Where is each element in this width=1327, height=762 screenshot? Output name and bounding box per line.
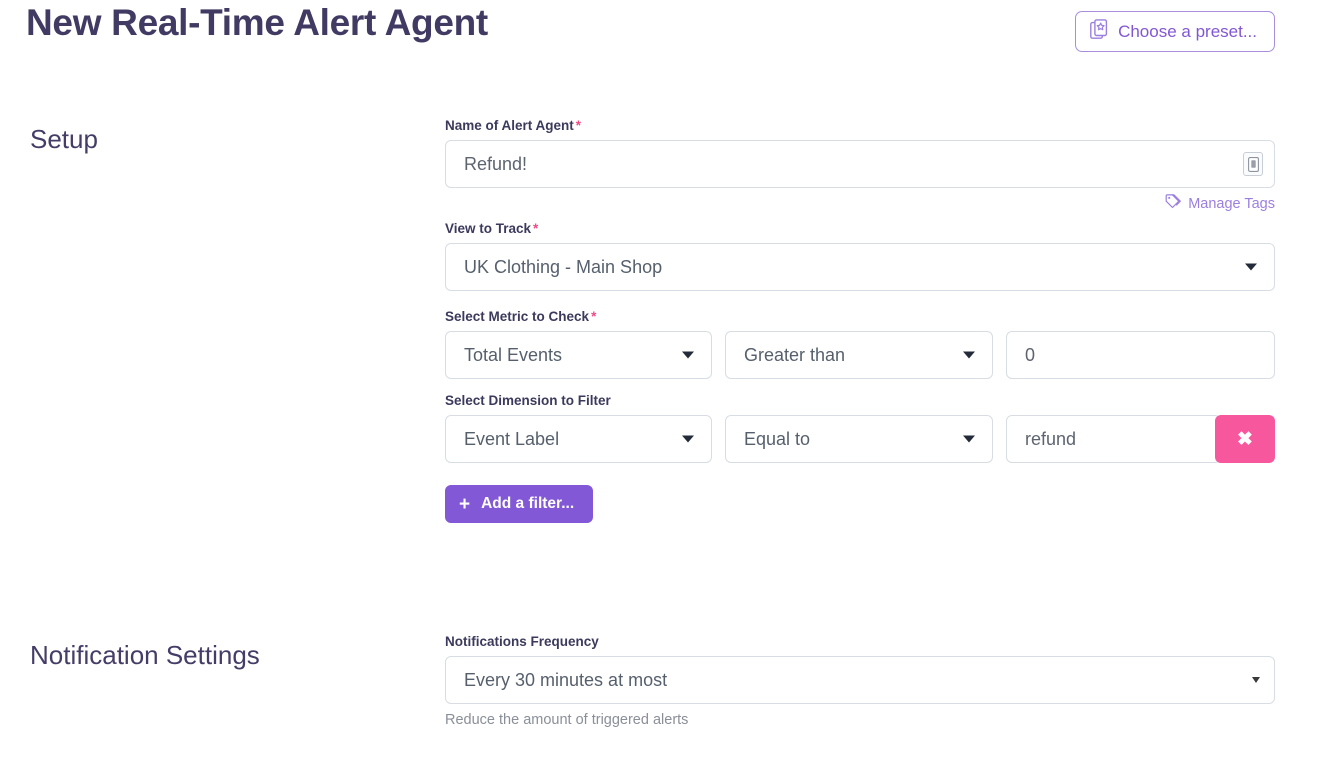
choose-preset-button[interactable]: Choose a preset...: [1075, 11, 1275, 52]
notifications-frequency-select[interactable]: Every 30 minutes at most: [445, 656, 1275, 704]
notifications-frequency-value: Every 30 minutes at most: [464, 669, 668, 690]
notifications-frequency-label-text: Notifications Frequency: [445, 634, 599, 649]
remove-filter-button[interactable]: ✖: [1215, 415, 1275, 463]
manage-tags-link[interactable]: Manage Tags: [445, 194, 1275, 213]
metric-select-value: Total Events: [464, 344, 563, 365]
required-marker: *: [591, 309, 597, 324]
add-filter-label: Add a filter...: [481, 495, 575, 512]
tag-badge-icon-button[interactable]: [1243, 152, 1263, 176]
dimension-comparator-select[interactable]: Equal to: [725, 415, 993, 463]
required-marker: *: [533, 221, 539, 236]
dimension-value-input[interactable]: [1006, 415, 1221, 463]
select-metric-label: Select Metric to Check *: [445, 309, 1275, 324]
dimension-select-value: Event Label: [464, 428, 560, 449]
select-dimension-field: Select Dimension to Filter Event Label E…: [445, 393, 1275, 463]
metric-select-cell: Total Events: [445, 331, 712, 379]
setup-section-title: Setup: [30, 124, 98, 154]
metric-comparator-cell: Greater than: [725, 331, 993, 379]
choose-preset-label: Choose a preset...: [1118, 21, 1257, 41]
notification-fields: Notifications Frequency Every 30 minutes…: [445, 634, 1275, 728]
manage-tags-label: Manage Tags: [1188, 195, 1275, 212]
view-to-track-select[interactable]: UK Clothing - Main Shop: [445, 243, 1275, 291]
metric-comparator-value: Greater than: [744, 344, 846, 365]
dimension-row: Event Label Equal to ✖: [445, 415, 1275, 463]
name-of-alert-agent-field: Name of Alert Agent * Refund! Manage Tag…: [445, 118, 1275, 213]
view-to-track-field: View to Track * UK Clothing - Main Shop: [445, 221, 1275, 291]
dimension-select[interactable]: Event Label: [445, 415, 712, 463]
name-of-alert-agent-input[interactable]: [445, 140, 1275, 188]
metric-threshold-cell: [1006, 331, 1275, 379]
chevron-down-icon: [682, 435, 694, 443]
select-dimension-label-text: Select Dimension to Filter: [445, 393, 611, 408]
notifications-frequency-label: Notifications Frequency: [445, 634, 1275, 649]
metric-threshold-input[interactable]: [1006, 331, 1275, 379]
name-of-alert-agent-label-text: Name of Alert Agent: [445, 118, 574, 133]
chevron-down-icon: [963, 435, 975, 443]
chevron-down-icon: [963, 351, 975, 359]
metric-comparator-select[interactable]: Greater than: [725, 331, 993, 379]
plus-icon: +: [459, 493, 471, 515]
page-header: New Real-Time Alert Agent Choose a prese…: [0, 0, 1327, 66]
view-to-track-value: UK Clothing - Main Shop: [464, 256, 663, 277]
page-title: New Real-Time Alert Agent: [26, 2, 488, 43]
dimension-comparator-cell: Equal to: [725, 415, 993, 463]
metric-row: Total Events Greater than: [445, 331, 1275, 379]
metric-select[interactable]: Total Events: [445, 331, 712, 379]
close-x-icon: ✖: [1237, 428, 1253, 450]
name-input-wrap: [445, 140, 1275, 188]
dimension-select-cell: Event Label: [445, 415, 712, 463]
name-of-alert-agent-label: Name of Alert Agent *: [445, 118, 1275, 133]
tags-icon: [1165, 194, 1182, 213]
add-filter-button[interactable]: + Add a filter...: [445, 485, 594, 523]
dimension-value-cell: ✖: [1006, 415, 1275, 463]
select-metric-label-text: Select Metric to Check: [445, 309, 590, 324]
chevron-down-icon: [1252, 677, 1260, 683]
chevron-down-icon: [1245, 263, 1257, 271]
preset-pages-star-icon: [1090, 18, 1109, 45]
required-marker: *: [575, 118, 582, 133]
notifications-frequency-field: Notifications Frequency Every 30 minutes…: [445, 634, 1275, 728]
chevron-down-icon: [682, 351, 694, 359]
setup-fields: Name of Alert Agent * Refund! Manage Tag…: [445, 118, 1275, 523]
notification-settings-title: Notification Settings: [30, 640, 260, 670]
view-to-track-label-text: View to Track: [445, 221, 532, 236]
dimension-comparator-value: Equal to: [744, 428, 811, 449]
view-to-track-label: View to Track *: [445, 221, 1275, 236]
select-dimension-label: Select Dimension to Filter: [445, 393, 1275, 408]
notifications-frequency-help-text: Reduce the amount of triggered alerts: [445, 712, 689, 728]
select-metric-field: Select Metric to Check * Total Events Gre…: [445, 309, 1275, 379]
